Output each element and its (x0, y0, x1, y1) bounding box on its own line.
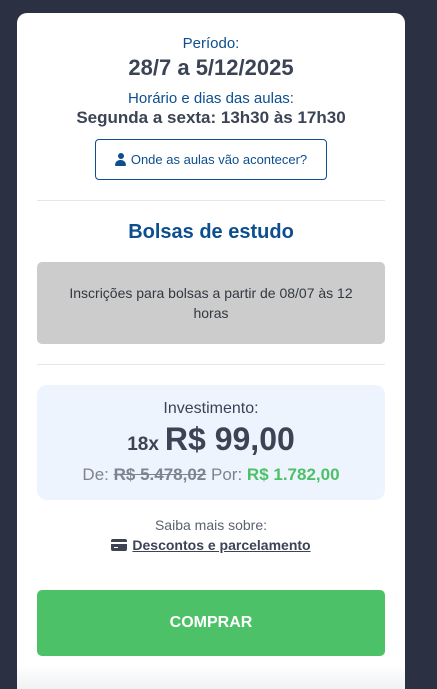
new-price: R$ 1.782,00 (246, 465, 340, 484)
more-info-label: Saiba mais sobre: (154, 517, 268, 533)
installment-price-row: 18x R$ 99,00 (37, 421, 385, 458)
period-label: Período: (182, 35, 240, 52)
to-label: Por: (211, 465, 243, 484)
location-button[interactable]: Onde as aulas vão acontecer? (95, 139, 327, 180)
person-icon (114, 153, 126, 166)
investment-label: Investimento: (163, 400, 259, 417)
installments-count: 18x (127, 434, 159, 455)
course-info-card: Período: 28/7 a 5/12/2025 Horário e dias… (17, 13, 405, 689)
credit-card-icon (111, 539, 128, 551)
discounts-link-text[interactable]: Descontos e parcelamento (132, 537, 310, 553)
price-comparison: De: R$ 5.478,02 Por: R$ 1.782,00 (37, 465, 385, 485)
old-price: R$ 5.478,02 (113, 465, 207, 484)
from-label: De: (82, 465, 109, 484)
location-button-label: Onde as aulas vão acontecer? (130, 152, 308, 167)
investment-box: Investimento: 18x R$ 99,00 De: R$ 5.478,… (37, 385, 385, 500)
schedule-value: Segunda a sexta: 13h30 às 17h30 (76, 108, 346, 127)
card-footer-fade (17, 665, 405, 689)
period-value: 28/7 a 5/12/2025 (128, 55, 294, 80)
buy-button[interactable]: COMPRAR (37, 590, 385, 656)
discounts-link[interactable]: Descontos e parcelamento (17, 537, 405, 553)
schedule-label: Horário e dias das aulas: (128, 90, 294, 107)
scholarship-notice: Inscrições para bolsas a partir de 08/07… (37, 262, 385, 344)
scholarships-title: Bolsas de estudo (128, 221, 294, 243)
divider (37, 364, 385, 365)
divider (37, 200, 385, 201)
installment-price: R$ 99,00 (164, 421, 295, 457)
